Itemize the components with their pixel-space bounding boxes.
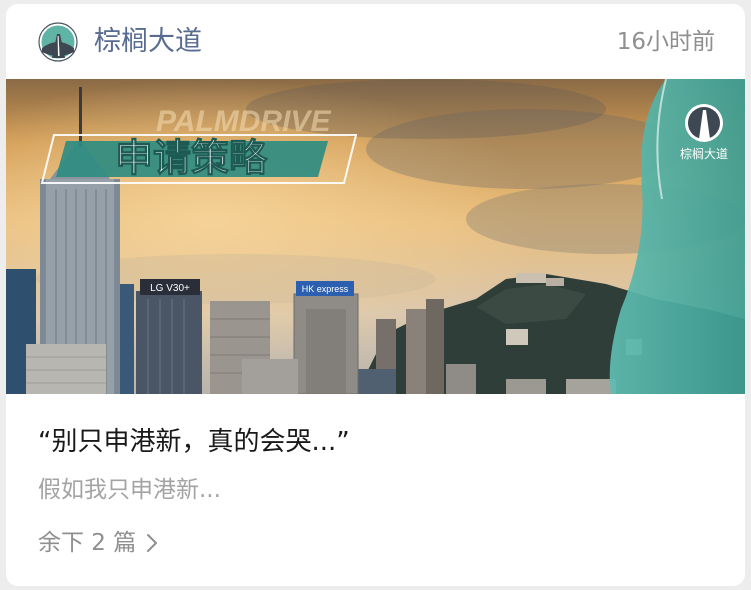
article-digest: 假如我只申港新... [38, 477, 221, 503]
strategy-badge: 申请策略 [115, 136, 268, 180]
palmdrive-road-logo-icon[interactable] [38, 22, 78, 62]
more-articles-link[interactable]: 余下 2 篇 [38, 527, 158, 559]
hk-express-billboard: HK express [302, 284, 349, 294]
card-header: 棕榈大道 16小时前 [6, 4, 745, 79]
article-title[interactable]: “别只申港新，真的会哭...” [38, 424, 350, 460]
banner-logo-caption: 棕榈大道 [680, 146, 728, 161]
chevron-right-icon [147, 534, 158, 552]
more-articles-label: 余下 2 篇 [38, 530, 137, 556]
lg-billboard: LG V30+ [150, 283, 190, 294]
post-time: 16小时前 [616, 29, 715, 55]
palmdrive-watermark: PALMDRIVE [156, 105, 331, 138]
account-name[interactable]: 棕榈大道 [94, 24, 202, 60]
article-cover-image[interactable]: HK express LG V30+ PALMDRIVE 申请策略 棕榈大道 [6, 79, 745, 394]
article-card[interactable]: 棕榈大道 16小时前 HK express LG V30+ PALMDRIVE … [6, 4, 745, 586]
